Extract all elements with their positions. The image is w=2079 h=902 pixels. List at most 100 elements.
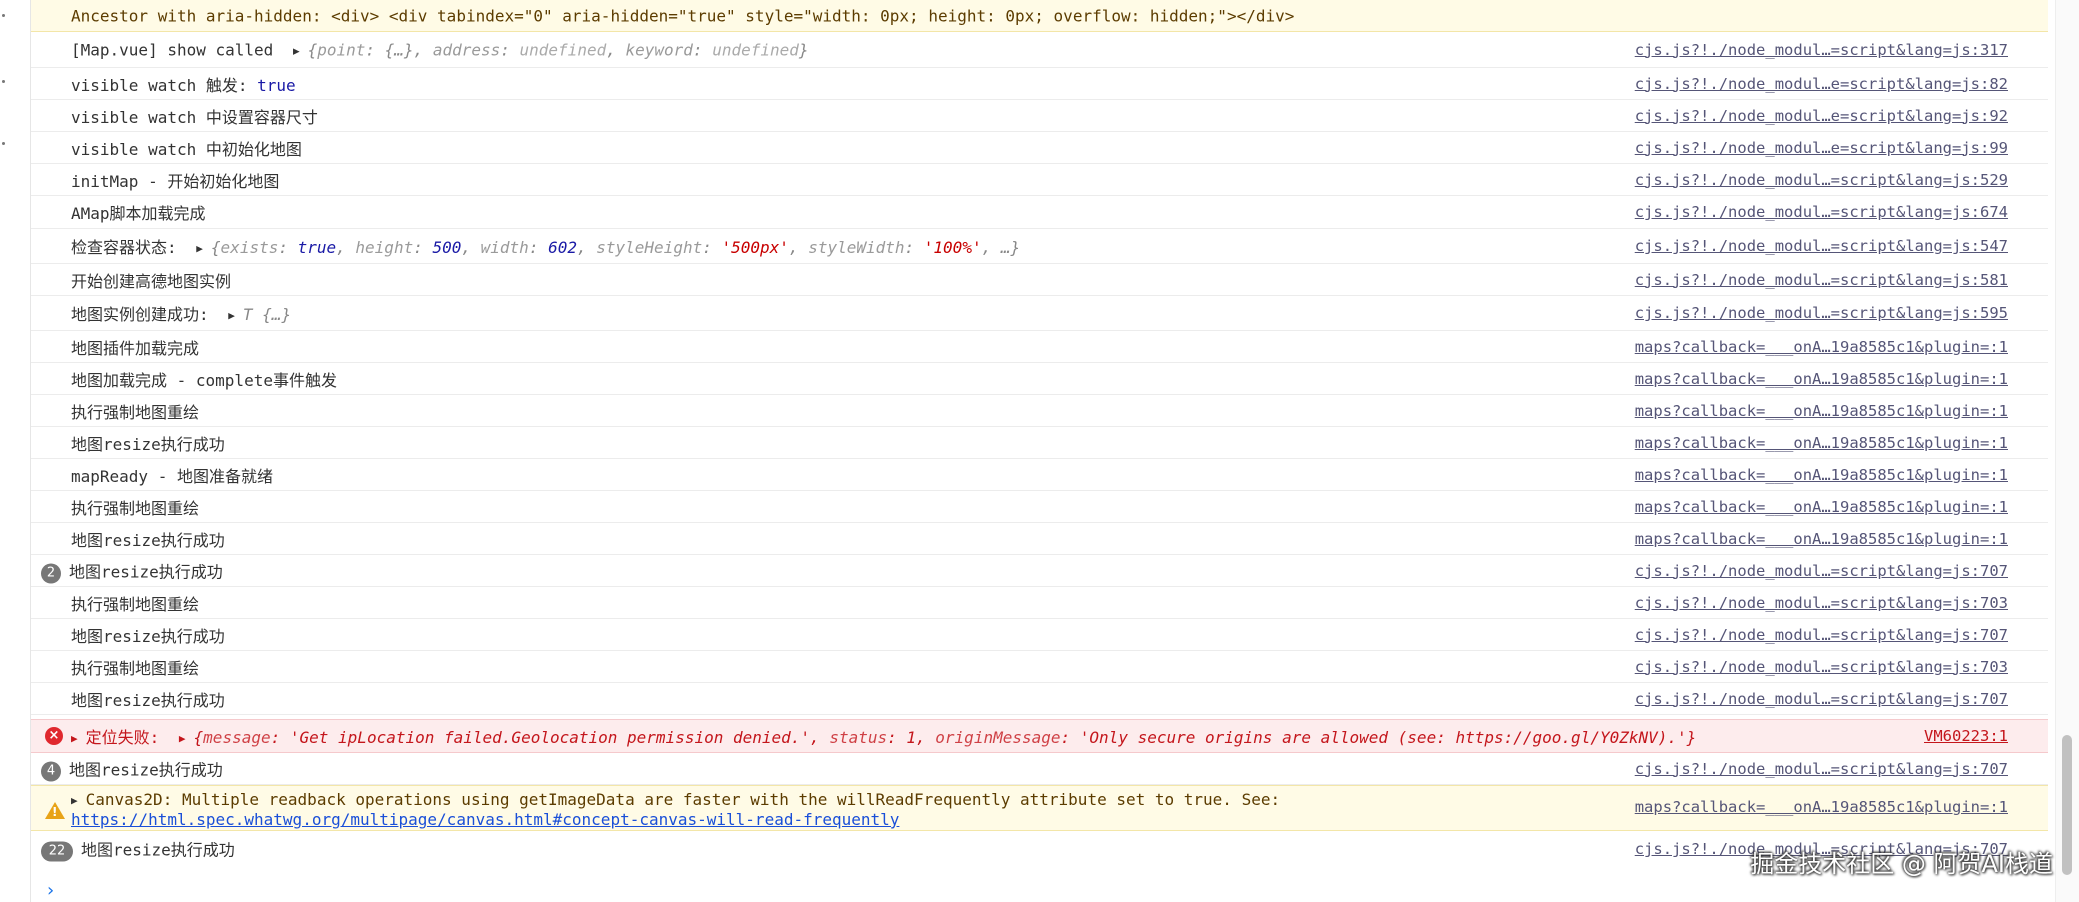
log-message: 检查容器状态:: [71, 238, 187, 257]
source-link[interactable]: cjs.js?!./node_modul…=script&lang=js:529: [1635, 171, 2008, 189]
log-row[interactable]: 地图加载完成 - complete事件触发 maps?callback=___o…: [31, 363, 2048, 395]
log-message: 地图resize执行成功: [69, 760, 223, 779]
log-message: 地图resize执行成功: [71, 434, 225, 454]
source-link[interactable]: maps?callback=___onA…19a8585c1&plugin=:1: [1635, 498, 2008, 516]
source-link[interactable]: cjs.js?!./node_modul…=script&lang=js:703: [1635, 594, 2008, 612]
source-link[interactable]: cjs.js?!./node_modul…=script&lang=js:703: [1635, 658, 2008, 676]
object-preview[interactable]: {message: 'Get ipLocation failed.Geoloca…: [194, 728, 1697, 747]
log-message: 开始创建高德地图实例: [71, 271, 232, 291]
expand-triangle-icon[interactable]: ▶: [228, 309, 235, 322]
expand-triangle-icon[interactable]: ▶: [293, 44, 300, 57]
log-message: visible watch 中初始化地图: [71, 139, 302, 159]
error-message: 定位失败:: [85, 728, 169, 747]
log-row-repeated[interactable]: 22 地图resize执行成功 cjs.js?!./node_modul…=scr…: [31, 831, 2048, 867]
warning-icon: !: [45, 802, 65, 819]
log-value: true: [257, 75, 296, 95]
log-row[interactable]: 地图插件加载完成 maps?callback=___onA…19a8585c1&…: [31, 331, 2048, 363]
console-log: Ancestor with aria-hidden: <div> <div ta…: [31, 0, 2048, 867]
gutter-dot: [2, 14, 5, 17]
spec-link[interactable]: https://html.spec.whatwg.org/multipage/c…: [71, 810, 899, 829]
source-link[interactable]: cjs.js?!./node_modul…=script&lang=js:707: [1635, 760, 2008, 778]
log-message: visible watch 中设置容器尺寸: [71, 107, 318, 127]
log-row[interactable]: AMap脚本加载完成 cjs.js?!./node_modul…=script&…: [31, 196, 2048, 229]
log-row-repeated[interactable]: 4 地图resize执行成功 cjs.js?!./node_modul…=scri…: [31, 753, 2048, 785]
warning-row[interactable]: ! ▶ Canvas2D: Multiple readback operation…: [31, 785, 2048, 831]
source-link[interactable]: cjs.js?!./node_modul…=script&lang=js:595: [1635, 304, 2008, 322]
object-preview[interactable]: T {…}: [243, 305, 291, 324]
log-message: 地图加载完成 - complete事件触发: [71, 370, 337, 390]
source-link[interactable]: cjs.js?!./node_modul…=script&lang=js:707: [1635, 562, 2008, 580]
source-link[interactable]: cjs.js?!./node_modul…e=script&lang=js:82: [1635, 75, 2008, 93]
expand-triangle-icon[interactable]: ▶: [196, 242, 203, 255]
log-message: visible watch 触发:: [71, 75, 258, 95]
source-link[interactable]: maps?callback=___onA…19a8585c1&plugin=:1: [1635, 338, 2008, 356]
console-prompt-icon[interactable]: ›: [45, 880, 56, 901]
log-row[interactable]: visible watch 中初始化地图 cjs.js?!./node_modu…: [31, 132, 2048, 164]
log-row[interactable]: 地图实例创建成功: ▶ T {…} cjs.js?!./node_modul…=s…: [31, 296, 2048, 331]
error-row[interactable]: × ▶ 定位失败: ▶ {message: 'Get ipLocation fail…: [31, 719, 2048, 753]
log-row[interactable]: initMap - 开始初始化地图 cjs.js?!./node_modul…=…: [31, 164, 2048, 196]
log-message: 执行强制地图重绘: [71, 594, 200, 614]
source-link[interactable]: VM60223:1: [1924, 727, 2008, 745]
source-link[interactable]: cjs.js?!./node_modul…=script&lang=js:707: [1635, 690, 2008, 708]
log-row[interactable]: 地图resize执行成功 maps?callback=___onA…19a858…: [31, 427, 2048, 459]
log-message: initMap - 开始初始化地图: [71, 171, 280, 191]
repeat-count-badge: 2: [41, 563, 61, 583]
gutter-dot: [2, 142, 5, 145]
expand-triangle-icon[interactable]: ▶: [179, 732, 186, 745]
watermark: 掘金技术社区 @ 阿贺AI栈道: [1750, 850, 2053, 878]
log-row-repeated[interactable]: 2 地图resize执行成功 cjs.js?!./node_modul…=scri…: [31, 555, 2048, 587]
source-link[interactable]: maps?callback=___onA…19a8585c1&plugin=:1: [1635, 434, 2008, 452]
source-link[interactable]: cjs.js?!./node_modul…e=script&lang=js:92: [1635, 107, 2008, 125]
source-link[interactable]: cjs.js?!./node_modul…=script&lang=js:547: [1635, 237, 2008, 255]
aria-hidden-warning-row: Ancestor with aria-hidden: <div> <div ta…: [31, 0, 2048, 32]
log-message: 执行强制地图重绘: [71, 498, 200, 518]
source-link[interactable]: cjs.js?!./node_modul…=script&lang=js:674: [1635, 203, 2008, 221]
log-message: [Map.vue] show called: [71, 40, 274, 59]
gutter-dot: [2, 80, 5, 83]
source-link[interactable]: maps?callback=___onA…19a8585c1&plugin=:1: [1635, 370, 2008, 388]
log-row[interactable]: 执行强制地图重绘 cjs.js?!./node_modul…=script&la…: [31, 651, 2048, 683]
expand-triangle-icon[interactable]: ▶: [71, 732, 78, 745]
log-message: 地图resize执行成功: [71, 626, 225, 646]
scrollbar-thumb[interactable]: [2062, 735, 2072, 875]
warning-message: Canvas2D: Multiple readback operations u…: [85, 790, 1281, 809]
log-message: 执行强制地图重绘: [71, 402, 200, 422]
log-message: 执行强制地图重绘: [71, 658, 200, 678]
repeat-count-badge: 4: [41, 761, 61, 781]
left-gutter: [0, 0, 31, 902]
log-row[interactable]: 地图resize执行成功 maps?callback=___onA…19a858…: [31, 523, 2048, 555]
source-link[interactable]: maps?callback=___onA…19a8585c1&plugin=:1: [1635, 466, 2008, 484]
log-message: 地图插件加载完成: [71, 338, 200, 358]
log-row[interactable]: mapReady - 地图准备就绪 maps?callback=___onA…1…: [31, 459, 2048, 491]
object-preview[interactable]: {point: {…}, address: undefined, keyword…: [308, 40, 809, 59]
log-message: AMap脚本加载完成: [71, 204, 206, 223]
expand-triangle-icon[interactable]: ▶: [71, 794, 78, 807]
log-row[interactable]: 执行强制地图重绘 maps?callback=___onA…19a8585c1&…: [31, 491, 2048, 523]
source-link[interactable]: cjs.js?!./node_modul…=script&lang=js:581: [1635, 271, 2008, 289]
source-link[interactable]: cjs.js?!./node_modul…=script&lang=js:317: [1635, 41, 2008, 59]
source-link[interactable]: cjs.js?!./node_modul…=script&lang=js:707: [1635, 626, 2008, 644]
log-row[interactable]: visible watch 中设置容器尺寸 cjs.js?!./node_mod…: [31, 100, 2048, 132]
log-row[interactable]: 地图resize执行成功 cjs.js?!./node_modul…=scrip…: [31, 683, 2048, 715]
log-row[interactable]: 执行强制地图重绘 maps?callback=___onA…19a8585c1&…: [31, 395, 2048, 427]
log-message: 地图实例创建成功:: [71, 305, 219, 324]
log-message: 地图resize执行成功: [71, 530, 225, 550]
log-message: 地图resize执行成功: [81, 840, 235, 860]
object-preview[interactable]: {exists: true, height: 500, width: 602, …: [211, 238, 1020, 257]
log-message: mapReady - 地图准备就绪: [71, 466, 273, 486]
log-row[interactable]: 执行强制地图重绘 cjs.js?!./node_modul…=script&la…: [31, 587, 2048, 619]
source-link[interactable]: maps?callback=___onA…19a8585c1&plugin=:1: [1635, 798, 2008, 816]
log-row[interactable]: 地图resize执行成功 cjs.js?!./node_modul…=scrip…: [31, 619, 2048, 651]
error-icon: ×: [45, 727, 63, 745]
source-link[interactable]: cjs.js?!./node_modul…e=script&lang=js:99: [1635, 139, 2008, 157]
log-message: 地图resize执行成功: [71, 690, 225, 710]
log-row[interactable]: visible watch 触发: true cjs.js?!./node_mo…: [31, 68, 2048, 100]
source-link[interactable]: maps?callback=___onA…19a8585c1&plugin=:1: [1635, 402, 2008, 420]
log-row[interactable]: 开始创建高德地图实例 cjs.js?!./node_modul…=script&…: [31, 264, 2048, 296]
repeat-count-badge: 22: [41, 841, 73, 862]
log-row[interactable]: [Map.vue] show called ▶ {point: {…}, addr…: [31, 32, 2048, 68]
source-link[interactable]: maps?callback=___onA…19a8585c1&plugin=:1: [1635, 530, 2008, 548]
log-row[interactable]: 检查容器状态: ▶ {exists: true, height: 500, wid…: [31, 229, 2048, 264]
log-message: 地图resize执行成功: [69, 562, 223, 581]
